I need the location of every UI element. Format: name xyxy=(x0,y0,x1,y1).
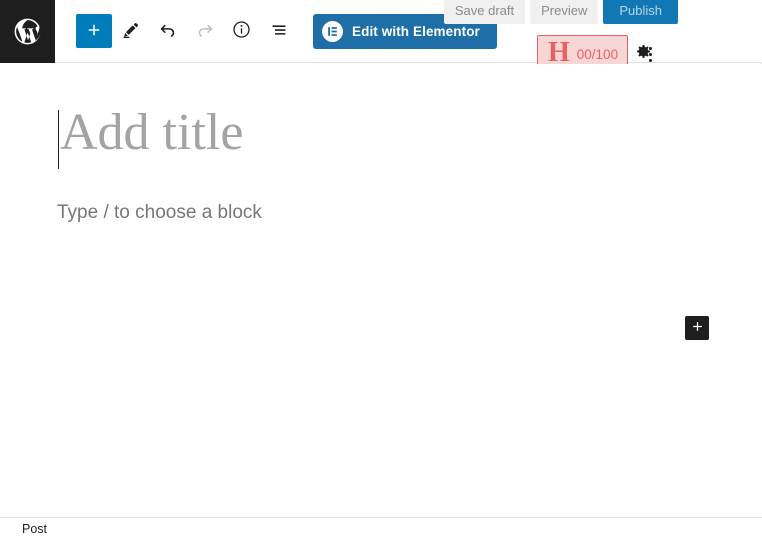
edit-mode-button[interactable] xyxy=(112,14,149,48)
editor-status-bar: Post xyxy=(0,517,762,536)
undo-button[interactable] xyxy=(149,14,186,48)
info-circle-icon xyxy=(231,19,252,43)
publish-actions: Save draft Preview Publish xyxy=(443,0,678,24)
editor-shell: Edit with Elementor Save draft Preview P… xyxy=(0,0,762,536)
kebab-menu-icon xyxy=(648,46,652,62)
text-caret xyxy=(58,110,59,169)
list-view-icon xyxy=(268,19,290,44)
redo-button[interactable] xyxy=(186,14,223,48)
redo-arrow-icon xyxy=(194,19,216,44)
default-block-placeholder[interactable]: Type / to choose a block xyxy=(57,202,262,224)
plus-icon xyxy=(85,21,103,42)
wordpress-logo-button[interactable] xyxy=(0,0,55,63)
toolbar-primary-tools xyxy=(76,14,297,48)
breadcrumb[interactable]: Post xyxy=(22,522,47,536)
editor-toolbar: Edit with Elementor Save draft Preview P… xyxy=(0,0,762,73)
list-view-button[interactable] xyxy=(260,14,297,48)
edit-with-elementor-label: Edit with Elementor xyxy=(352,24,480,39)
editor-canvas[interactable]: Add title Type / to choose a block xyxy=(0,64,762,517)
post-title-field[interactable]: Add title xyxy=(58,107,243,169)
headline-analyzer-score: 00/100 xyxy=(576,46,619,62)
block-appender-button[interactable] xyxy=(685,316,709,340)
pencil-icon xyxy=(120,19,142,44)
headline-analyzer-letter: H xyxy=(548,37,570,68)
wordpress-logo-icon xyxy=(12,16,43,47)
plus-icon xyxy=(690,319,705,337)
save-draft-button[interactable]: Save draft xyxy=(443,0,526,24)
preview-button[interactable]: Preview xyxy=(530,0,599,24)
undo-arrow-icon xyxy=(157,19,179,44)
elementor-logo-icon xyxy=(322,21,343,42)
post-title-placeholder: Add title xyxy=(60,104,244,161)
publish-button[interactable]: Publish xyxy=(603,0,678,24)
add-block-button[interactable] xyxy=(76,14,112,48)
details-button[interactable] xyxy=(223,14,260,48)
